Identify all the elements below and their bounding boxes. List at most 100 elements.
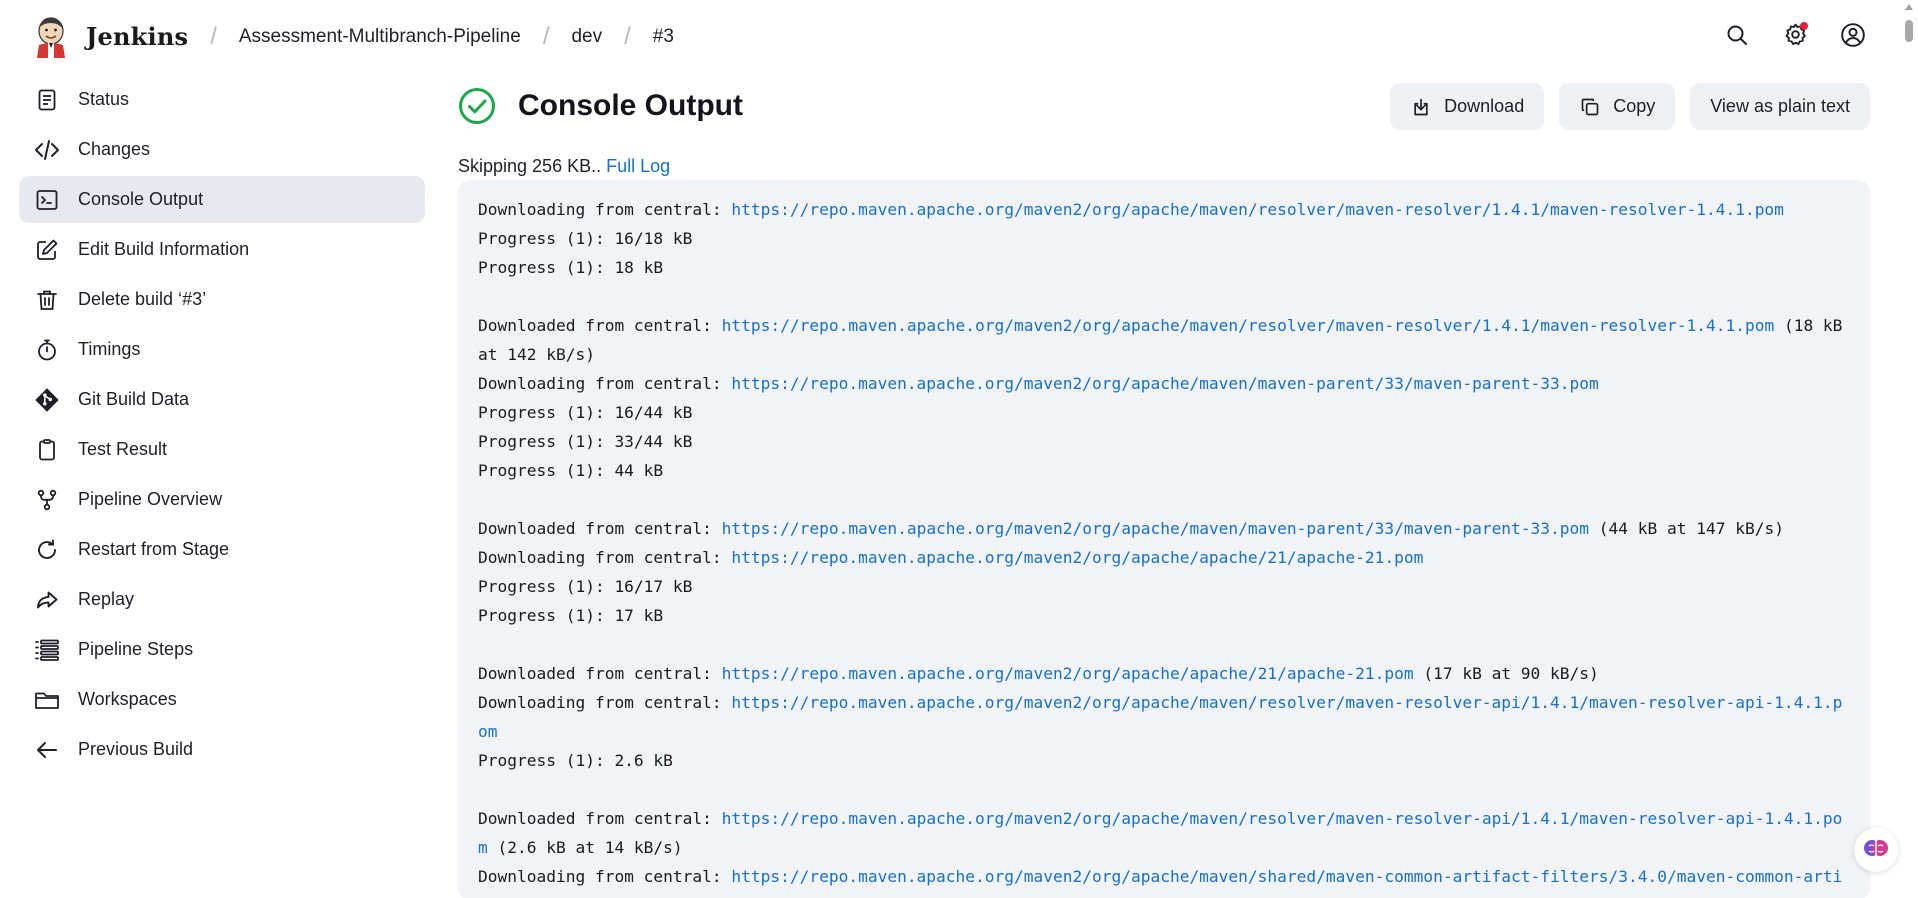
console-line: Downloaded from central: https://repo.ma… [478, 514, 1850, 543]
console-line: Progress (1): 16/17 kB [478, 572, 1850, 601]
sidebar-item-console-output[interactable]: Console Output [19, 176, 425, 223]
sidebar-item-pipeline-steps[interactable]: Pipeline Steps [19, 626, 425, 673]
console-line-text: Progress (1): 16/17 kB [478, 577, 693, 596]
breadcrumb-separator: / [210, 22, 217, 50]
breadcrumb-pipeline[interactable]: Assessment-Multibranch-Pipeline [239, 26, 521, 48]
console-line-suffix: (17 kB at 90 kB/s) [1413, 664, 1599, 683]
console-line-text: Downloading from central: [478, 693, 732, 712]
restart-icon [33, 536, 61, 564]
terminal-icon [33, 186, 61, 214]
top-header: Jenkins / Assessment-Multibranch-Pipelin… [0, 0, 1900, 73]
code-icon [33, 136, 61, 164]
sidebar-item-timings[interactable]: Timings [19, 326, 425, 373]
sidebar-item-status[interactable]: Status [19, 76, 425, 123]
console-line-suffix: (44 kB at 147 kB/s) [1589, 519, 1784, 538]
stopwatch-icon [33, 336, 61, 364]
console-line-text: Progress (1): 44 kB [478, 461, 664, 480]
brand-name[interactable]: Jenkins [86, 22, 188, 51]
console-actions: Download Copy View as plain text [1390, 83, 1870, 130]
sidebar-item-replay[interactable]: Replay [19, 576, 425, 623]
skip-notice: Skipping 256 KB.. Full Log [458, 156, 670, 177]
git-icon [33, 386, 61, 414]
sidebar-item-edit-build-information[interactable]: Edit Build Information [19, 226, 425, 273]
sidebar-item-label: Replay [78, 589, 135, 609]
sidebar-item-restart-from-stage[interactable]: Restart from Stage [19, 526, 425, 573]
sidebar-item-label: Timings [78, 339, 141, 359]
sidebar-item-label: Git Build Data [78, 389, 190, 409]
copy-button[interactable]: Copy [1559, 83, 1676, 130]
console-line: Progress (1): 18 kB [478, 253, 1850, 282]
console-artifact-link[interactable]: https://repo.maven.apache.org/maven2/org… [722, 664, 1414, 683]
breadcrumb-build[interactable]: #3 [653, 26, 674, 48]
console-line-text: Downloaded from central: [478, 809, 722, 828]
console-line: Progress (1): 16/18 kB [478, 224, 1850, 253]
scroll-up-arrow-icon[interactable] [1905, 4, 1913, 10]
trash-icon [33, 286, 61, 314]
console-line: Downloaded from central: https://repo.ma… [478, 804, 1850, 862]
sidebar-item-changes[interactable]: Changes [19, 126, 425, 173]
copy-label: Copy [1613, 96, 1656, 116]
full-log-link[interactable]: Full Log [606, 156, 670, 176]
console-line-text: Downloaded from central: [478, 664, 722, 683]
user-menu-button[interactable] [1824, 16, 1882, 58]
page-scrollbar[interactable] [1900, 0, 1918, 898]
console-line-text: Progress (1): 16/44 kB [478, 403, 693, 422]
console-line-text: Downloaded from central: [478, 519, 722, 538]
replay-icon [33, 586, 61, 614]
sidebar: Status Changes Console Output Edit Build… [19, 76, 425, 776]
sidebar-item-previous-build[interactable]: Previous Build [19, 726, 425, 773]
sidebar-item-test-result[interactable]: Test Result [19, 426, 425, 473]
console-line-text: Downloading from central: [478, 200, 732, 219]
sidebar-item-label: Restart from Stage [78, 539, 230, 559]
console-line: Downloading from central: https://repo.m… [478, 688, 1850, 746]
console-line: Downloaded from central: https://repo.ma… [478, 311, 1850, 369]
search-icon [1725, 23, 1749, 52]
sidebar-item-label: Console Output [78, 189, 204, 209]
console-line: Progress (1): 44 kB [478, 456, 1850, 485]
breadcrumb-separator: / [624, 22, 631, 50]
console-line-text: Progress (1): 17 kB [478, 606, 664, 625]
settings-button[interactable] [1766, 16, 1824, 58]
view-plain-text-button[interactable]: View as plain text [1690, 83, 1870, 130]
console-line-text: Downloading from central: [478, 548, 732, 567]
assistant-badge-button[interactable] [1854, 828, 1898, 872]
download-label: Download [1444, 96, 1525, 116]
console-artifact-link[interactable]: https://repo.maven.apache.org/maven2/org… [722, 519, 1589, 538]
download-button[interactable]: Download [1390, 83, 1545, 130]
sidebar-item-label: Pipeline Overview [78, 489, 223, 509]
console-line: Downloaded from central: https://repo.ma… [478, 659, 1850, 688]
sidebar-item-delete-build[interactable]: Delete build ‘#3’ [19, 276, 425, 323]
view-plain-text-label: View as plain text [1710, 96, 1850, 116]
sidebar-item-label: Changes [78, 139, 151, 159]
sidebar-item-label: Previous Build [78, 739, 194, 759]
console-artifact-link[interactable]: https://repo.maven.apache.org/maven2/org… [731, 548, 1423, 567]
sidebar-item-pipeline-overview[interactable]: Pipeline Overview [19, 476, 425, 523]
console-output-panel[interactable]: Downloading from central: https://repo.m… [458, 180, 1870, 898]
console-line: Progress (1): 2.6 kB [478, 746, 1850, 775]
clipboard-icon [33, 436, 61, 464]
sidebar-item-label: Pipeline Steps [78, 639, 194, 659]
brain-icon [1862, 834, 1890, 867]
jenkins-logo-icon[interactable] [34, 15, 68, 59]
console-line: Downloading from central: https://repo.m… [478, 543, 1850, 572]
sidebar-item-label: Delete build ‘#3’ [78, 289, 207, 309]
console-line-suffix: (2.6 kB at 14 kB/s) [487, 838, 683, 857]
console-line: Downloading from central: https://repo.m… [478, 862, 1850, 898]
console-artifact-link[interactable]: https://repo.maven.apache.org/maven2/org… [731, 374, 1598, 393]
breadcrumb-branch[interactable]: dev [571, 26, 602, 48]
sidebar-item-workspaces[interactable]: Workspaces [19, 676, 425, 723]
scrollbar-thumb[interactable] [1905, 20, 1913, 42]
notification-dot [1800, 22, 1808, 30]
console-artifact-link[interactable]: https://repo.maven.apache.org/maven2/org… [722, 316, 1775, 335]
console-line-text: Progress (1): 33/44 kB [478, 432, 693, 451]
console-artifact-link[interactable]: https://repo.maven.apache.org/maven2/org… [731, 200, 1784, 219]
console-line: Downloading from central: https://repo.m… [478, 195, 1850, 224]
sidebar-item-git-build-data[interactable]: Git Build Data [19, 376, 425, 423]
header-actions [1708, 16, 1882, 58]
document-icon [33, 86, 61, 114]
search-button[interactable] [1708, 16, 1766, 58]
user-icon [1840, 22, 1866, 53]
